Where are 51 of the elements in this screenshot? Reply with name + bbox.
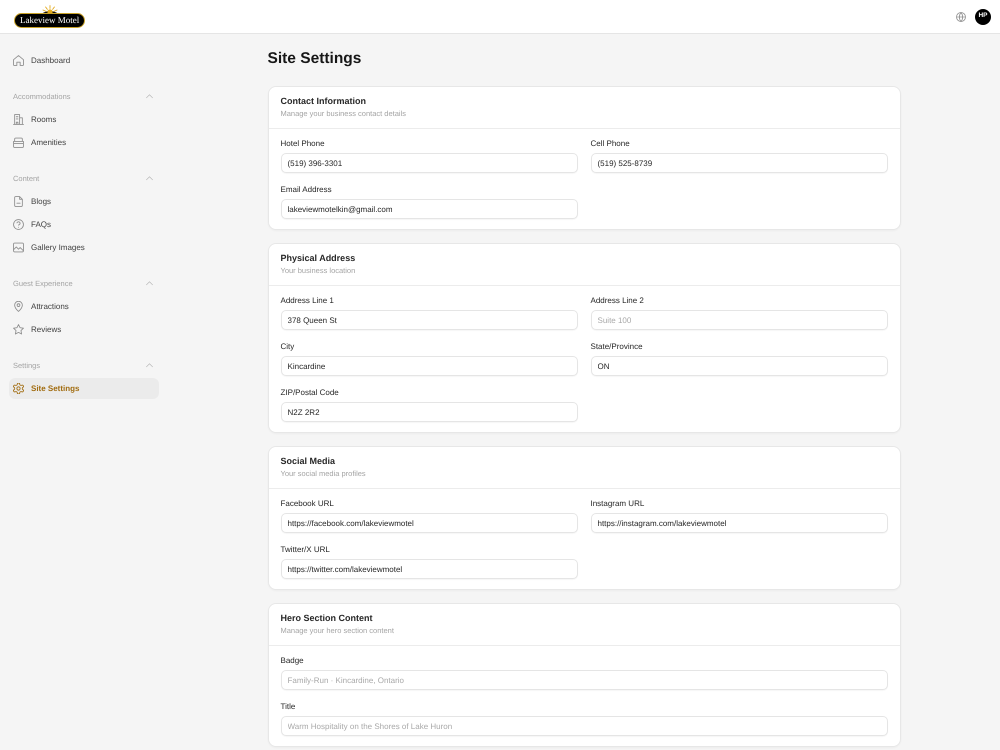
text-field[interactable]: ON [590, 356, 888, 376]
field-label: Badge [280, 656, 305, 666]
nav-item[interactable]: Rooms [9, 109, 159, 130]
text-field[interactable]: Kincardine [280, 356, 578, 376]
settings-icon [13, 383, 24, 394]
text-field[interactable]: N2Z 2R2 [280, 402, 578, 422]
field-label: Twitter/X URL [280, 545, 331, 555]
nav-item[interactable]: Blogs [9, 191, 159, 212]
field-label: City [280, 342, 296, 352]
card-title: Social Media [280, 455, 336, 467]
home-icon [13, 55, 24, 66]
text-field[interactable]: Warm Hospitality on the Shores of Lake Huron [280, 716, 888, 736]
text-field[interactable]: 378 Queen St [280, 310, 578, 330]
nav-item[interactable]: Attractions [9, 296, 159, 317]
page-title: Site Settings [268, 49, 362, 69]
field-label: Title [280, 702, 296, 712]
nav-item[interactable]: Gallery Images [9, 237, 159, 258]
text-field[interactable]: (519) 525-8739 [590, 153, 888, 173]
field-label: ZIP/Postal Code [280, 388, 340, 398]
image-icon [13, 242, 24, 253]
map-pin-icon [13, 301, 24, 312]
nav-item[interactable]: Site Settings [9, 378, 159, 399]
field-label: Email Address [280, 185, 333, 195]
nav-item[interactable]: Reviews [9, 319, 159, 340]
field-label: Cell Phone [590, 139, 631, 149]
field-label: Instagram URL [590, 499, 646, 509]
card-title: Hero Section Content [280, 612, 374, 624]
text-field[interactable]: lakeviewmotelkin@gmail.com [280, 199, 578, 219]
text-field[interactable]: Family-Run · Kincardine, Ontario [280, 670, 888, 690]
text-field[interactable]: https://instagram.com/lakeviewmotel [590, 513, 888, 533]
box-icon [13, 137, 24, 148]
help-circle-icon [13, 219, 24, 230]
text-field[interactable]: https://twitter.com/lakeviewmotel [280, 559, 578, 579]
nav-item[interactable]: Dashboard [9, 50, 159, 71]
text-field[interactable]: Suite 100 [590, 310, 888, 330]
nav-item[interactable]: FAQs [9, 214, 159, 235]
building-icon [13, 114, 24, 125]
field-label: State/Province [590, 342, 644, 352]
field-label: Facebook URL [280, 499, 335, 509]
field-label: Hotel Phone [280, 139, 326, 149]
card-title: Contact Information [280, 95, 367, 107]
globe-icon[interactable] [956, 12, 966, 22]
text-field[interactable]: (519) 396-3301 [280, 153, 578, 173]
star-icon [13, 324, 24, 335]
card-title: Physical Address [280, 252, 356, 264]
field-label: Address Line 2 [590, 296, 645, 306]
file-icon [13, 196, 24, 207]
field-label: Address Line 1 [280, 296, 335, 306]
text-field[interactable]: https://facebook.com/lakeviewmotel [280, 513, 578, 533]
nav-item[interactable]: Amenities [9, 132, 159, 153]
logo-wordmark: Lakeview Motel [14, 13, 86, 28]
